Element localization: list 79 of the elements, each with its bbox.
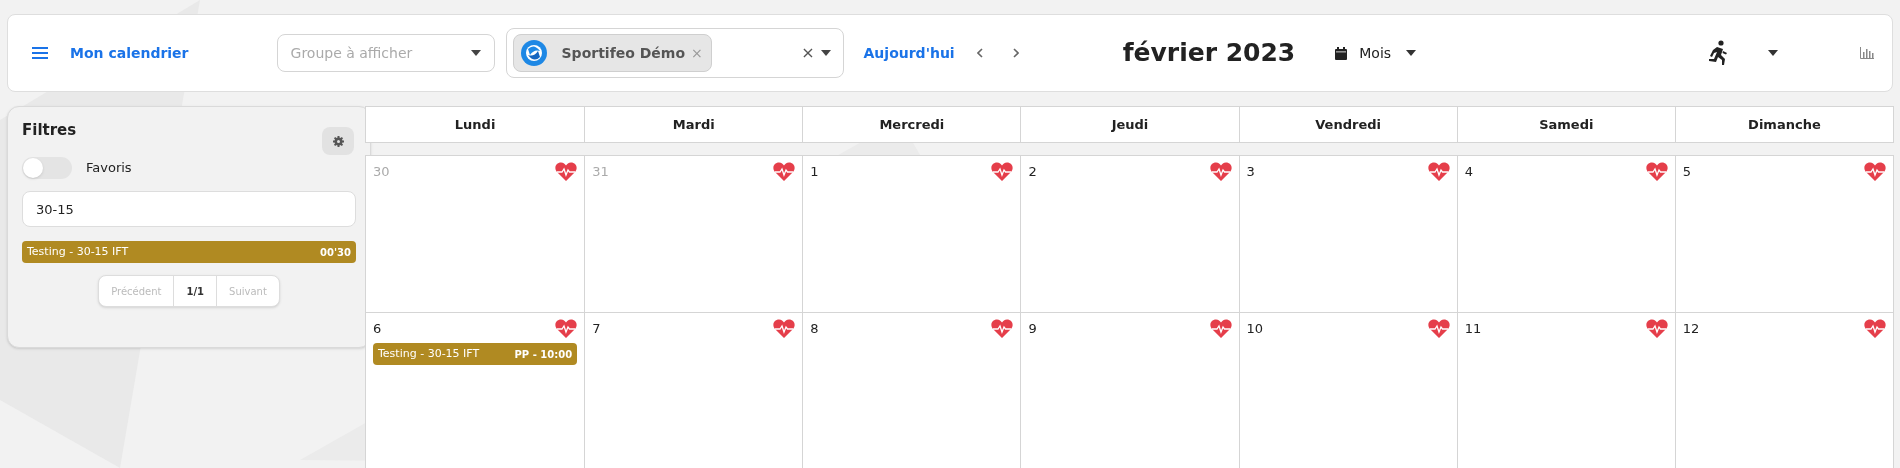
day-cell[interactable]: 10 bbox=[1238, 313, 1457, 468]
day-number: 7 bbox=[592, 320, 601, 338]
favorites-toggle[interactable] bbox=[22, 157, 72, 179]
calendar-link[interactable]: Mon calendrier bbox=[70, 42, 189, 64]
event-title: Testing - 30-15 IFT bbox=[27, 243, 129, 260]
event-time: PP - 10:00 bbox=[514, 347, 573, 362]
day-number: 8 bbox=[810, 320, 819, 338]
weekday-header: Mercredi bbox=[802, 107, 1021, 142]
heart-rate-icon bbox=[1209, 319, 1232, 339]
heart-rate-icon bbox=[555, 319, 578, 339]
weekday-header: Jeudi bbox=[1020, 107, 1239, 142]
day-cell[interactable]: 2 bbox=[1020, 156, 1239, 312]
heart-rate-icon bbox=[555, 162, 578, 182]
settings-button[interactable] bbox=[322, 127, 354, 155]
heart-rate-icon bbox=[1864, 162, 1886, 182]
caret-icon bbox=[1768, 50, 1779, 56]
day-number: 4 bbox=[1464, 163, 1473, 181]
day-number: 1 bbox=[810, 163, 819, 181]
heart-rate-icon bbox=[1645, 162, 1668, 182]
menu-icon bbox=[32, 46, 48, 60]
heart-rate-icon bbox=[1645, 319, 1668, 339]
day-cell[interactable]: 12 bbox=[1674, 313, 1893, 468]
weekday-header: Dimanche bbox=[1674, 107, 1893, 142]
weekday-header: Lundi bbox=[453, 115, 497, 134]
day-cell[interactable]: 5 bbox=[1674, 156, 1893, 312]
logo-icon bbox=[519, 39, 548, 67]
day-cell[interactable]: 7 bbox=[584, 313, 803, 468]
heart-rate-icon bbox=[1209, 162, 1232, 182]
heart-rate-icon bbox=[991, 319, 1014, 339]
heart-rate-icon bbox=[991, 162, 1014, 182]
weekday-header: Vendredi bbox=[1238, 107, 1457, 142]
day-number: 6 bbox=[373, 320, 382, 338]
day-cell[interactable]: 8 bbox=[802, 313, 1021, 468]
day-number: 5 bbox=[1682, 163, 1692, 181]
weekday-header: Samedi bbox=[1456, 107, 1675, 142]
day-number: 12 bbox=[1682, 320, 1700, 338]
caret-icon bbox=[820, 50, 831, 56]
caret-icon bbox=[1406, 50, 1417, 56]
day-number: 30 bbox=[373, 163, 390, 181]
today-button[interactable]: Aujourd'hui bbox=[863, 42, 955, 64]
day-cell[interactable]: 11 bbox=[1456, 313, 1675, 468]
day-cell[interactable]: 9 bbox=[1020, 313, 1239, 468]
panel-title: Filtres bbox=[22, 120, 77, 141]
event-title: Testing - 30-15 IFT bbox=[378, 345, 480, 362]
day-cell[interactable]: 1 bbox=[802, 156, 1021, 312]
day-number: 9 bbox=[1028, 320, 1037, 338]
heart-rate-icon bbox=[1427, 162, 1450, 182]
chip-label: Sportifeo Démo bbox=[561, 43, 686, 63]
search-field[interactable]: 30-15 bbox=[22, 191, 356, 227]
clear-button[interactable]: × bbox=[801, 45, 815, 61]
caret-icon bbox=[470, 50, 481, 56]
settings-icon bbox=[332, 135, 344, 147]
calendar-icon bbox=[1335, 46, 1348, 60]
heart-rate-icon bbox=[773, 319, 796, 339]
toggle-label: Favoris bbox=[86, 159, 132, 178]
day-number: 2 bbox=[1028, 163, 1037, 181]
day-number: 10 bbox=[1246, 320, 1264, 338]
view-select[interactable]: Mois bbox=[1335, 42, 1417, 64]
month-title: février 2023 bbox=[1122, 37, 1296, 70]
day-cell[interactable]: 6 Testing - 30-15 IFT PP - 10:00 bbox=[366, 313, 585, 468]
heart-rate-icon bbox=[773, 162, 796, 182]
event-duration: 00'30 bbox=[320, 245, 351, 260]
menu-button[interactable] bbox=[30, 44, 50, 62]
select-placeholder: Groupe à afficher bbox=[290, 43, 413, 63]
day-number: 3 bbox=[1246, 163, 1255, 181]
page-indicator: 1/1 bbox=[174, 276, 218, 306]
weekday-header: Mardi bbox=[584, 107, 803, 142]
sport-select[interactable] bbox=[1706, 40, 1779, 66]
day-cell[interactable]: 4 bbox=[1456, 156, 1675, 312]
bar-chart-icon bbox=[1860, 47, 1875, 59]
day-number: 31 bbox=[592, 163, 609, 181]
heart-rate-icon bbox=[1864, 319, 1886, 339]
statistics-button[interactable] bbox=[1858, 45, 1877, 61]
day-number: 11 bbox=[1464, 320, 1482, 338]
heart-rate-icon bbox=[1427, 319, 1450, 339]
chevron-right-icon bbox=[1012, 48, 1019, 58]
chevron-left-icon bbox=[976, 48, 983, 58]
day-cell[interactable]: 3 bbox=[1238, 156, 1457, 312]
team-select[interactable]: Sportifeo Démo × × bbox=[505, 28, 844, 78]
